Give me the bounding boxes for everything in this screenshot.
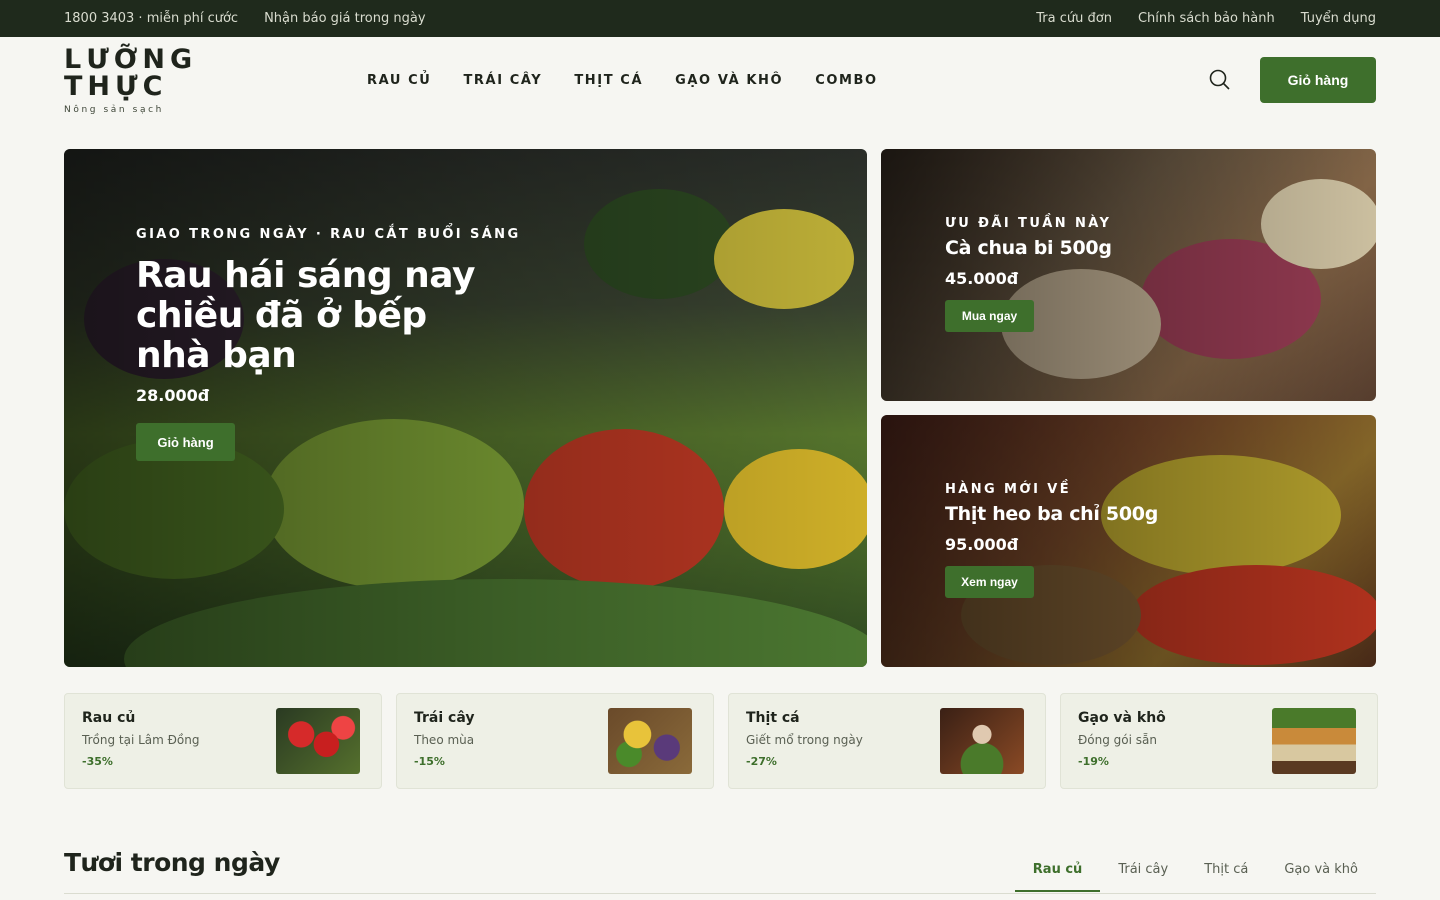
category-card-thit-ca[interactable]: Thịt cá Giết mổ trong ngày -27%: [728, 693, 1046, 789]
category-card-gao-va-kho[interactable]: Gạo và khô Đóng gói sẵn -19%: [1060, 693, 1378, 789]
promo-price: 45.000đ: [945, 269, 1019, 288]
section-title: Tươi trong ngày: [64, 848, 280, 877]
hero-banner: GIAO TRONG NGÀY · RAU CẮT BUỔI SÁNG Rau …: [64, 149, 867, 667]
hero-title: Rau hái sáng nay chiều đã ở bếp nhà bạn: [136, 255, 475, 376]
tab-thit-ca[interactable]: Thịt cá: [1186, 856, 1266, 892]
nav-item-gao-va-kho[interactable]: GẠO VÀ KHÔ: [675, 73, 783, 88]
nav-item-trai-cay[interactable]: TRÁI CÂY: [463, 73, 542, 88]
logo[interactable]: LƯỠNG THỰC Nông sản sạch: [64, 46, 314, 115]
promo-title: Cà chua bi 500g: [945, 237, 1112, 259]
jobs-link[interactable]: Tuyển dụng: [1301, 11, 1376, 26]
nav-item-thit-ca[interactable]: THỊT CÁ: [574, 73, 643, 88]
main-nav: RAU CỦ TRÁI CÂY THỊT CÁ GẠO VÀ KHÔ COMBO: [367, 73, 878, 88]
buy-now-button[interactable]: Mua ngay: [945, 300, 1034, 332]
warranty-policy-link[interactable]: Chính sách bảo hành: [1138, 11, 1275, 26]
hero-price: 28.000đ: [136, 386, 210, 405]
hotline-text: 1800 3403 · miễn phí cước: [64, 11, 239, 26]
quote-link[interactable]: Nhận báo giá trong ngày: [264, 11, 425, 26]
category-thumbnail: [608, 708, 692, 774]
logo-name: LƯỠNG THỰC: [64, 43, 198, 102]
category-thumbnail: [1272, 708, 1356, 774]
hero-cart-button[interactable]: Giỏ hàng: [136, 423, 235, 461]
category-list: Rau củ Trồng tại Lâm Đồng -35% Trái cây …: [64, 693, 1378, 789]
nav-item-rau-cu[interactable]: RAU CỦ: [367, 73, 431, 88]
promo-eyebrow: ƯU ĐÃI TUẦN NÀY: [945, 216, 1112, 231]
view-now-button[interactable]: Xem ngay: [945, 566, 1034, 598]
top-bar: 1800 3403 · miễn phí cước Nhận báo giá t…: [0, 0, 1440, 37]
category-card-rau-cu[interactable]: Rau củ Trồng tại Lâm Đồng -35%: [64, 693, 382, 789]
tab-rau-cu[interactable]: Rau củ: [1014, 856, 1101, 892]
section-tabs: Rau củ Trái cây Thịt cá Gạo và khô: [1014, 856, 1376, 892]
tab-gao-va-kho[interactable]: Gạo và khô: [1266, 856, 1376, 892]
cart-button[interactable]: Giỏ hàng: [1260, 57, 1376, 103]
fresh-today-section: Tươi trong ngày Rau củ Trái cây Thịt cá …: [64, 840, 1376, 894]
tab-trai-cay[interactable]: Trái cây: [1100, 856, 1186, 892]
promo-card[interactable]: ƯU ĐÃI TUẦN NÀY Cà chua bi 500g 45.000đ …: [881, 149, 1376, 401]
category-thumbnail: [276, 708, 360, 774]
track-order-link[interactable]: Tra cứu đơn: [1036, 11, 1112, 26]
hero-eyebrow: GIAO TRONG NGÀY · RAU CẮT BUỔI SÁNG: [136, 227, 521, 242]
site-header: LƯỠNG THỰC Nông sản sạch RAU CỦ TRÁI CÂY…: [0, 37, 1440, 123]
promo-card[interactable]: HÀNG MỚI VỀ Thịt heo ba chỉ 500g 95.000đ…: [881, 415, 1376, 667]
search-icon[interactable]: [1207, 67, 1233, 93]
promo-price: 95.000đ: [945, 535, 1019, 554]
category-thumbnail: [940, 708, 1024, 774]
promo-eyebrow: HÀNG MỚI VỀ: [945, 482, 1072, 497]
category-card-trai-cay[interactable]: Trái cây Theo mùa -15%: [396, 693, 714, 789]
nav-item-combo[interactable]: COMBO: [815, 73, 878, 88]
logo-tagline: Nông sản sạch: [64, 104, 164, 115]
promo-title: Thịt heo ba chỉ 500g: [945, 503, 1158, 525]
